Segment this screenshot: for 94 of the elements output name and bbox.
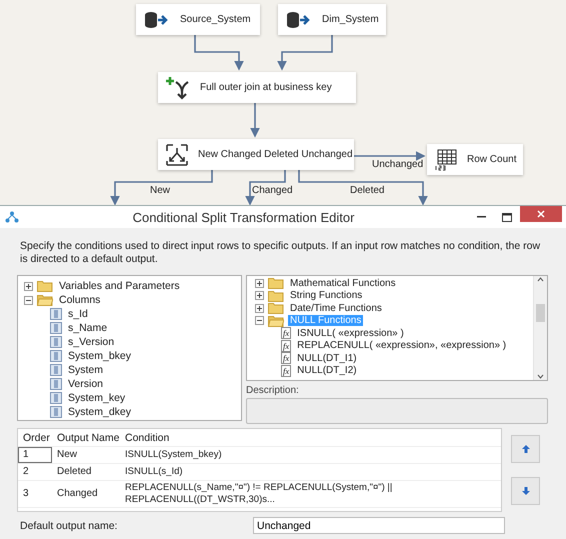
flow-node[interactable]: Dim_System xyxy=(278,4,386,35)
tree-item[interactable]: System xyxy=(66,364,106,376)
expand-icon[interactable] xyxy=(255,278,264,288)
column-icon xyxy=(50,336,62,348)
table-cell[interactable]: ISNULL(System_bkey) xyxy=(120,448,501,462)
flow-node[interactable]: Full outer join at business key xyxy=(158,72,356,103)
table-cell[interactable]: Deleted xyxy=(52,466,120,478)
connector-arrow xyxy=(277,35,333,71)
expand-icon[interactable] xyxy=(255,304,264,313)
expand-icon[interactable] xyxy=(255,291,264,300)
column-icon xyxy=(50,406,62,418)
connector-arrow xyxy=(354,151,426,161)
node-label: Source_System xyxy=(180,14,251,25)
table-cell[interactable]: 3 xyxy=(18,488,52,500)
close-icon xyxy=(537,210,545,218)
default-output-label: Default output name: xyxy=(19,520,118,532)
scrollbar[interactable] xyxy=(533,276,547,380)
close-button[interactable] xyxy=(520,206,562,222)
tree-item[interactable]: ISNULL( «expression» ) xyxy=(295,328,406,339)
column-icon xyxy=(50,350,62,362)
column-header[interactable]: Output Name xyxy=(52,432,120,444)
tree-item[interactable]: System_bkey xyxy=(66,350,134,362)
flow-node[interactable]: Source_System xyxy=(136,4,260,35)
node-label: Full outer join at business key xyxy=(200,82,332,93)
flow-node[interactable]: New Changed Deleted Unchanged xyxy=(158,139,354,170)
node-label: New Changed Deleted Unchanged xyxy=(198,149,353,160)
expand-icon[interactable] xyxy=(24,282,33,290)
minimize-icon xyxy=(476,216,486,218)
table-cell[interactable]: REPLACENULL(s_Name,"¤") != REPLACENULL(System,"¤") || REPLACENULL((DT_WSTR,30)s... xyxy=(120,481,501,507)
folder-icon xyxy=(268,302,284,314)
connector-arrow xyxy=(194,35,244,71)
down-arrow-icon xyxy=(522,487,530,495)
column-icon xyxy=(50,378,62,390)
table-cell[interactable]: New xyxy=(52,449,120,461)
tree-item[interactable]: Date/Time Functions xyxy=(288,302,384,314)
column-icon xyxy=(50,322,62,334)
database-arrow-icon xyxy=(286,10,312,28)
path-label: Deleted xyxy=(350,185,384,196)
folder-icon xyxy=(37,294,53,306)
path-label: Unchanged xyxy=(372,159,424,170)
table-cell[interactable]: 1 xyxy=(18,447,52,463)
tree-item[interactable]: Columns xyxy=(57,294,102,306)
maximize-icon xyxy=(502,212,512,222)
merge-join-icon xyxy=(166,76,190,100)
scroll-down-icon[interactable] xyxy=(537,372,544,380)
instructions-text: Specify the conditions used to direct input rows to specific outputs. If an input row matches no condition, the row is directed to a default output. xyxy=(20,240,542,266)
function-icon: fx xyxy=(281,364,292,377)
collapse-icon[interactable] xyxy=(255,316,264,326)
connector-arrow xyxy=(250,103,260,138)
split-icon xyxy=(166,144,188,166)
tree-item[interactable]: Version xyxy=(66,378,106,390)
node-label: Row Count xyxy=(467,154,516,165)
tree-item[interactable]: s_Version xyxy=(66,336,116,348)
move-down-button[interactable] xyxy=(511,477,540,505)
tree-item[interactable]: NULL(DT_I1) xyxy=(295,352,359,364)
tree-item[interactable]: REPLACENULL( «expression», «expression» ) xyxy=(295,340,508,352)
function-icon: fx xyxy=(281,327,292,340)
tree-item[interactable]: Mathematical Functions xyxy=(288,278,398,289)
table-cell[interactable]: Changed xyxy=(52,488,120,500)
folder-icon xyxy=(37,280,53,292)
path-label: New xyxy=(150,185,170,196)
scroll-up-icon[interactable] xyxy=(537,276,544,284)
tree-item[interactable]: NULL(DT_I2) xyxy=(295,365,359,376)
default-output-field[interactable]: Unchanged xyxy=(253,517,505,534)
table-cell[interactable]: 2 xyxy=(18,466,52,478)
tree-item[interactable]: s_Name xyxy=(66,322,110,334)
path-label: Changed xyxy=(252,185,293,196)
move-up-button[interactable] xyxy=(511,435,540,463)
table-grid-icon xyxy=(435,148,457,170)
folder-icon xyxy=(268,314,284,327)
app-icon xyxy=(5,211,19,223)
node-label: Dim_System xyxy=(322,14,379,25)
flow-node[interactable]: Row Count xyxy=(427,144,523,175)
collapse-icon[interactable] xyxy=(24,296,33,304)
tree-item[interactable]: System_dkey xyxy=(66,406,134,418)
function-icon: fx xyxy=(281,340,292,352)
column-header[interactable]: Order xyxy=(18,432,52,444)
tree-item[interactable]: String Functions xyxy=(288,290,364,302)
tree-item[interactable]: System_key xyxy=(66,392,128,404)
table-cell[interactable]: ISNULL(s_Id) xyxy=(120,465,501,479)
function-icon: fx xyxy=(281,352,292,364)
column-icon xyxy=(50,364,62,376)
window-title: Conditional Split Transformation Editor xyxy=(132,210,356,224)
scrollbar-thumb[interactable] xyxy=(536,304,545,322)
tree-item[interactable]: s_Id xyxy=(66,308,90,320)
database-arrow-icon xyxy=(144,10,170,28)
tree-item[interactable]: Variables and Parameters xyxy=(57,280,182,292)
column-header[interactable]: Condition xyxy=(120,432,501,444)
folder-icon xyxy=(268,290,284,302)
folder-icon xyxy=(268,277,284,290)
column-icon xyxy=(50,392,62,404)
description-label: Description: xyxy=(246,385,300,396)
up-arrow-icon xyxy=(522,445,530,453)
column-icon xyxy=(50,308,62,320)
